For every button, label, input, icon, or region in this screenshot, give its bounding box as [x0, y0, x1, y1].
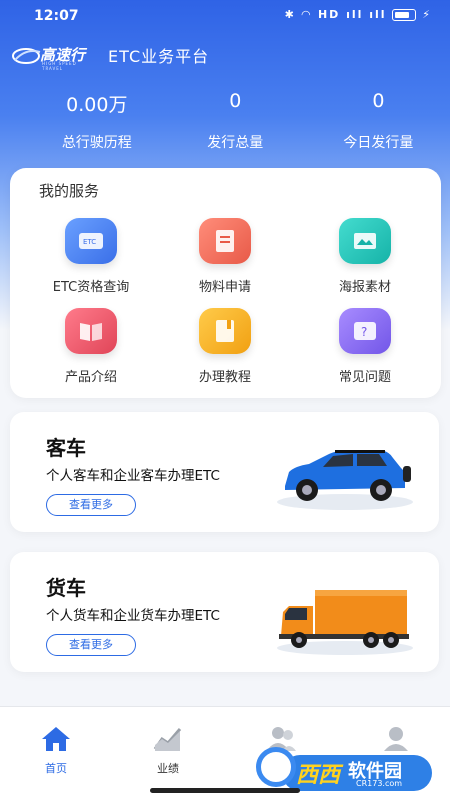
logo-swoosh-icon — [12, 48, 41, 64]
status-icons: ✱ ◠ HD ıll ıll ⚡ — [285, 8, 432, 21]
watermark-ring-icon — [256, 747, 296, 787]
service-label: ETC资格查询 — [52, 280, 130, 295]
service-product-intro[interactable]: 产品介绍 — [31, 308, 151, 398]
tab-performance[interactable]: 业绩 — [138, 725, 198, 776]
app-logo: 高速行 HIGH SPEED TRAVEL — [12, 42, 94, 71]
service-label: 常见问题 — [338, 370, 391, 385]
service-label: 产品介绍 — [64, 370, 117, 385]
brand-header: 高速行 HIGH SPEED TRAVEL ETC业务平台 — [12, 40, 210, 71]
stat-today-issued: 0 今日发行量 — [307, 90, 450, 152]
service-label: 海报素材 — [338, 280, 391, 295]
svg-text:?: ? — [361, 325, 367, 339]
stat-label: 总行驶历程 — [61, 135, 132, 151]
stats-row: 0.00万 总行驶历程 0 发行总量 0 今日发行量 — [0, 90, 450, 152]
service-label: 办理教程 — [198, 370, 251, 385]
card-description: 个人客车和企业客车办理ETC — [46, 468, 220, 484]
service-tutorial[interactable]: 办理教程 — [165, 308, 285, 398]
home-indicator — [150, 788, 300, 793]
tab-label: 业绩 — [157, 762, 179, 775]
services-title: 我的服务 — [39, 182, 100, 200]
card-description: 个人货车和企业货车办理ETC — [46, 608, 220, 624]
chart-icon — [153, 728, 182, 751]
status-bar: 12:07 ✱ ◠ HD ıll ıll ⚡ — [0, 0, 450, 32]
service-label: 物料申请 — [198, 280, 251, 295]
document-icon — [199, 218, 251, 264]
stat-total-issued: 0 发行总量 — [164, 90, 307, 152]
faq-icon: ? — [339, 308, 391, 354]
my-services-panel: 我的服务 ETC ETC资格查询 物料申请 海报素材 产品介绍 办理教程 ? 常… — [10, 168, 441, 398]
stat-value: 0 — [229, 90, 242, 112]
book-icon — [65, 308, 117, 354]
watermark-logo: 西西 软件园 CR173.com — [256, 745, 432, 793]
stat-value: 0.00万 — [66, 94, 128, 116]
view-more-button[interactable]: 查看更多 — [46, 634, 136, 656]
passenger-car-card[interactable]: 客车 个人客车和企业客车办理ETC 查看更多 — [10, 412, 439, 532]
service-faq[interactable]: ? 常见问题 — [305, 308, 425, 398]
service-etc-query[interactable]: ETC ETC资格查询 — [31, 218, 151, 308]
stat-value: 0 — [372, 90, 385, 112]
status-signal-icons: ✱ ◠ HD ıll ıll — [284, 8, 387, 21]
stat-label: 今日发行量 — [343, 135, 414, 151]
poster-icon — [339, 218, 391, 264]
stat-total-mileage: 0.00万 总行驶历程 — [30, 90, 164, 152]
card-title: 客车 — [46, 436, 86, 460]
card-title: 货车 — [46, 576, 86, 600]
service-material-request[interactable]: 物料申请 — [165, 218, 285, 308]
status-time: 12:07 — [34, 8, 79, 24]
stat-label: 发行总量 — [207, 135, 264, 151]
battery-icon — [392, 9, 417, 21]
svg-text:ETC: ETC — [83, 238, 96, 246]
tutorial-icon — [199, 308, 251, 354]
watermark-url: CR173.com — [356, 779, 403, 788]
blue-suv-image — [277, 450, 413, 510]
home-icon — [42, 727, 70, 751]
app-title: ETC业务平台 — [108, 47, 210, 66]
truck-card[interactable]: 货车 个人货车和企业货车办理ETC 查看更多 — [10, 552, 439, 672]
tab-label: 首页 — [45, 762, 67, 775]
view-more-button[interactable]: 查看更多 — [46, 494, 136, 516]
tab-home[interactable]: 首页 — [26, 725, 86, 776]
logo-subtext: HIGH SPEED TRAVEL — [42, 61, 77, 71]
watermark-text-a: 西西 — [296, 763, 341, 788]
charging-icon: ⚡ — [422, 8, 432, 21]
orange-truck-image — [277, 590, 413, 655]
etc-card-icon: ETC — [65, 218, 117, 264]
service-poster-material[interactable]: 海报素材 — [305, 218, 425, 308]
